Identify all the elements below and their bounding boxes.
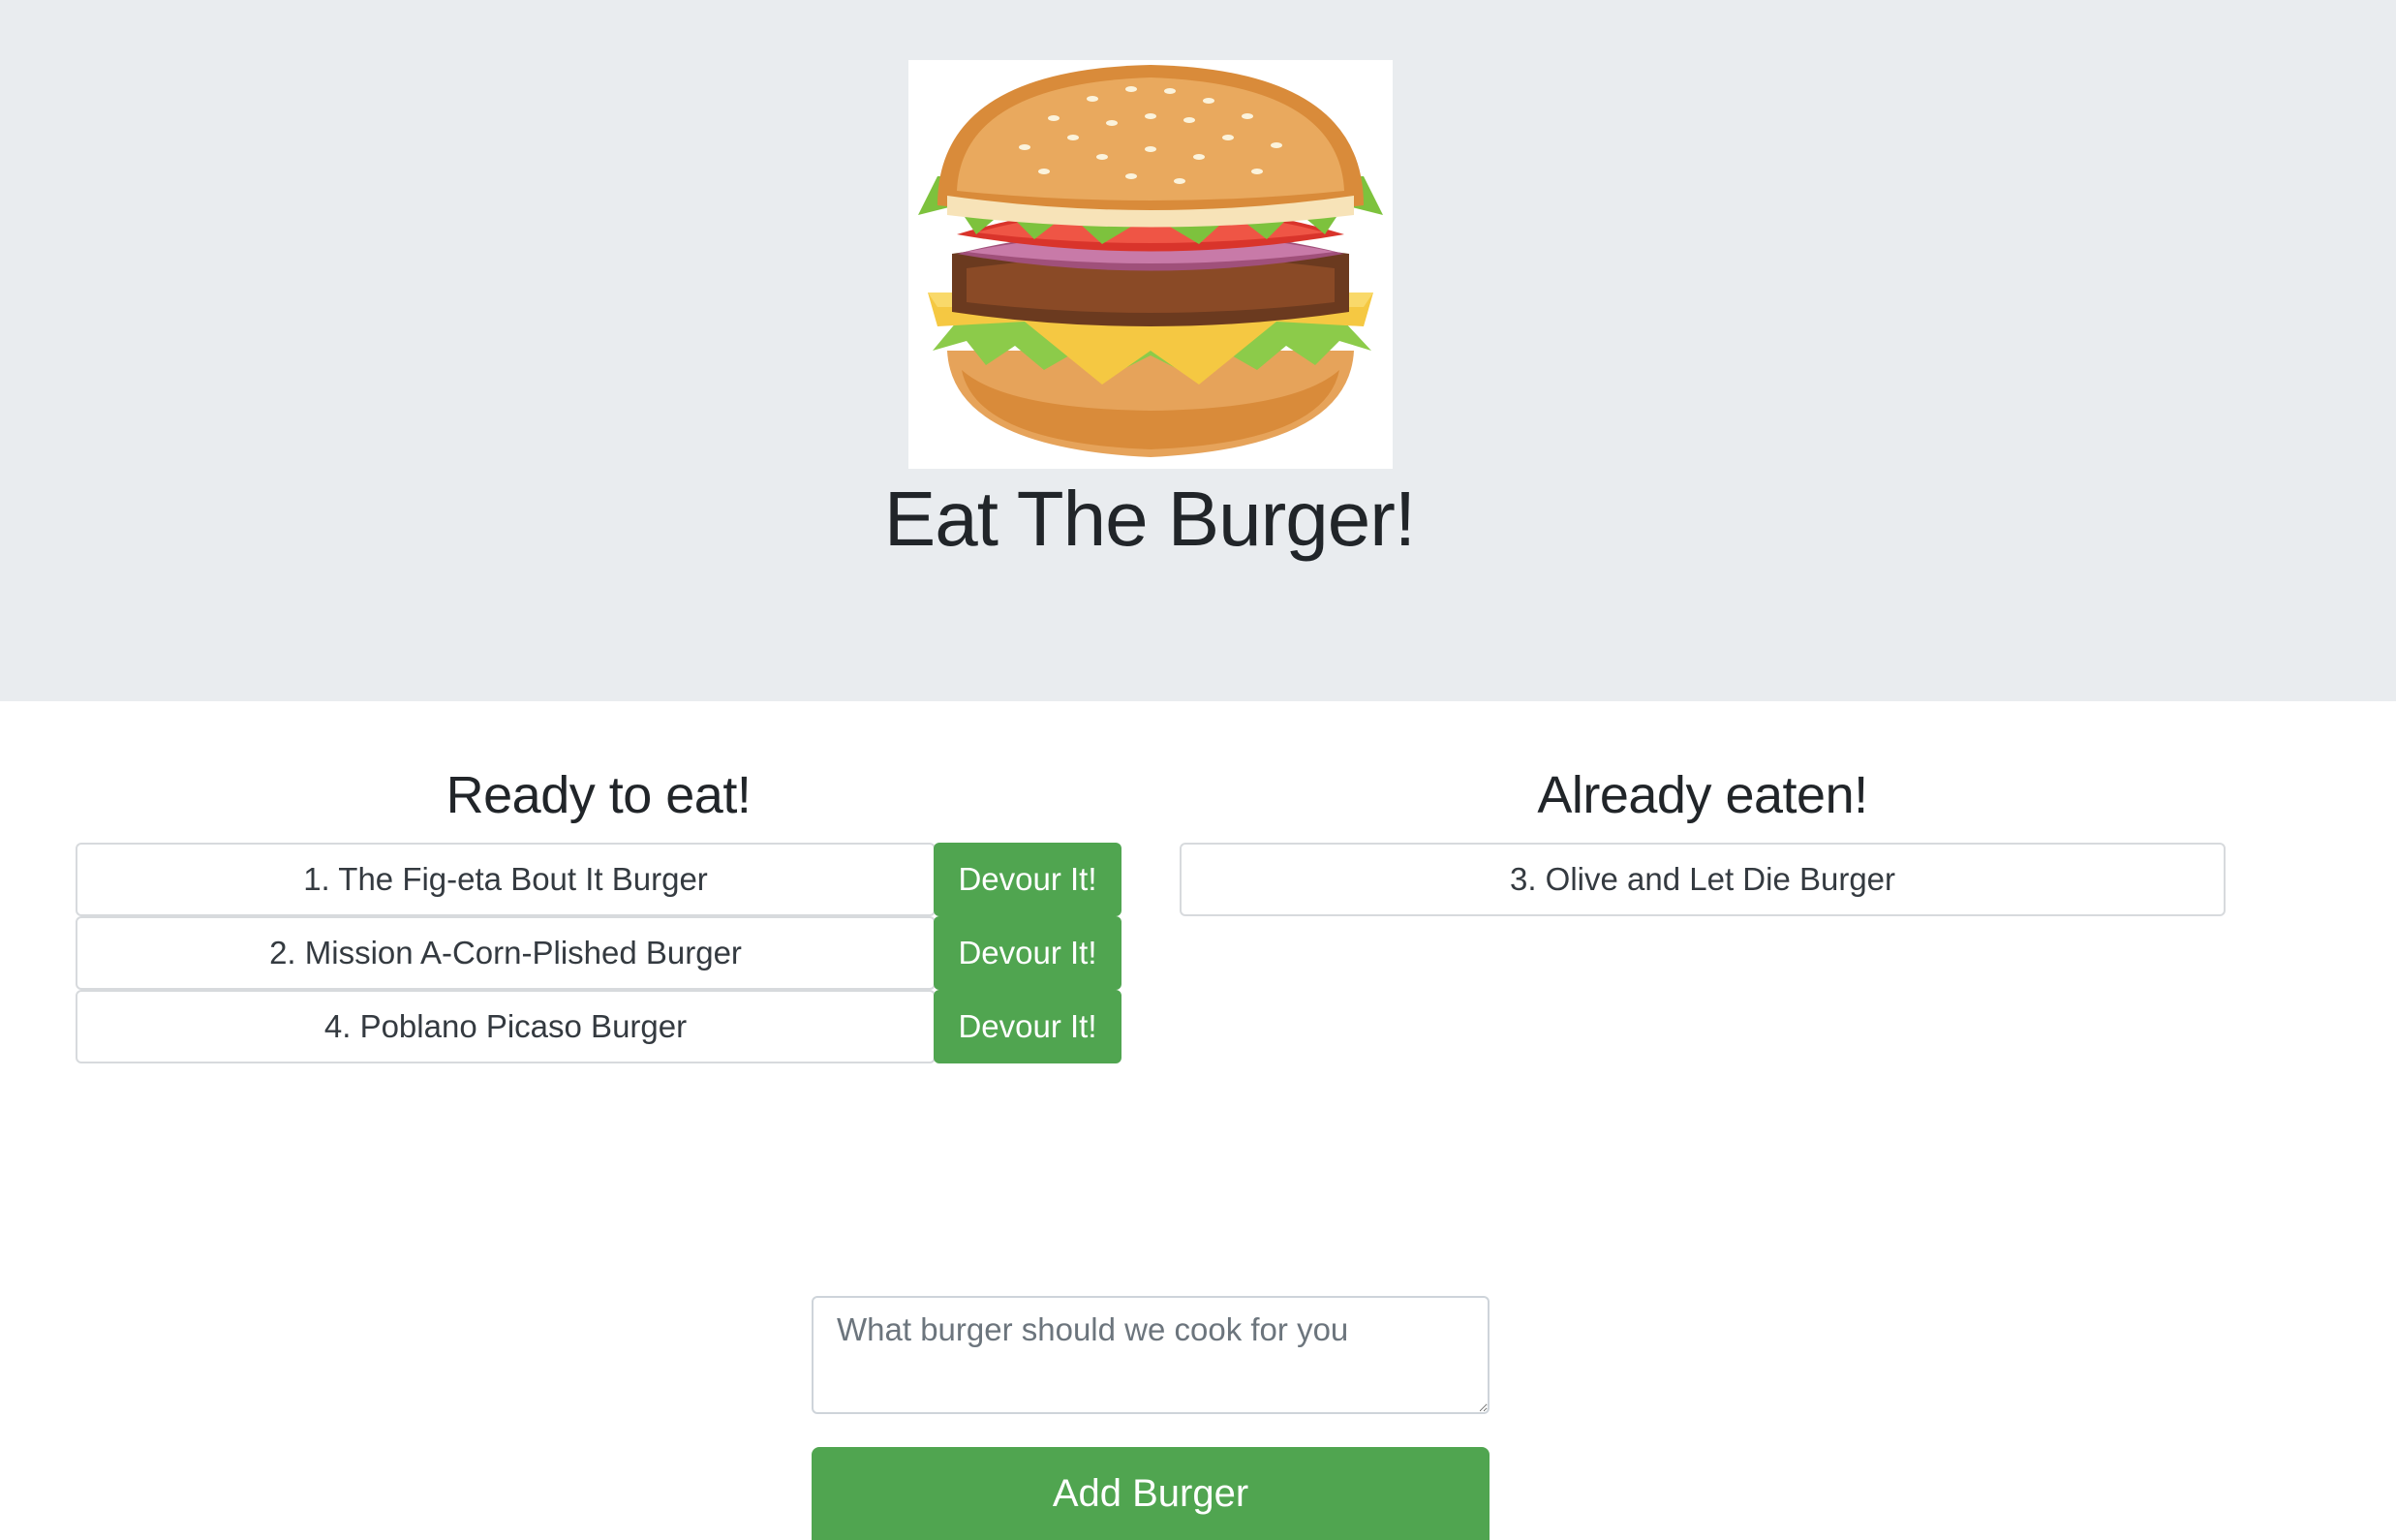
devour-button[interactable]: Devour It! [934, 843, 1121, 916]
ready-to-eat-heading: Ready to eat! [445, 766, 752, 824]
page-title-container: Eat The Burger! [0, 471, 2299, 568]
list-item: 1. The Fig-eta Bout It Burger Devour It! [76, 843, 1121, 916]
burger-name: 2. Mission A-Corn-Plished Burger [76, 916, 936, 990]
page-title: Eat The Burger! [883, 476, 1416, 562]
devour-button[interactable]: Devour It! [934, 916, 1121, 990]
header-jumbotron: Eat The Burger! [0, 0, 2396, 701]
eaten-burger-item: 3. Olive and Let Die Burger [1180, 843, 2226, 916]
burger-image [908, 60, 1393, 469]
burger-name: 4. Poblano Picaso Burger [76, 990, 936, 1063]
list-item: 4. Poblano Picaso Burger Devour It! [76, 990, 1121, 1063]
already-eaten-heading: Already eaten! [1537, 766, 1868, 824]
burger-name-input[interactable] [812, 1296, 1490, 1414]
burger-name: 1. The Fig-eta Bout It Burger [76, 843, 936, 916]
list-item: 2. Mission A-Corn-Plished Burger Devour … [76, 916, 1121, 990]
add-burger-button[interactable]: Add Burger [812, 1447, 1490, 1540]
devour-button[interactable]: Devour It! [934, 990, 1121, 1063]
